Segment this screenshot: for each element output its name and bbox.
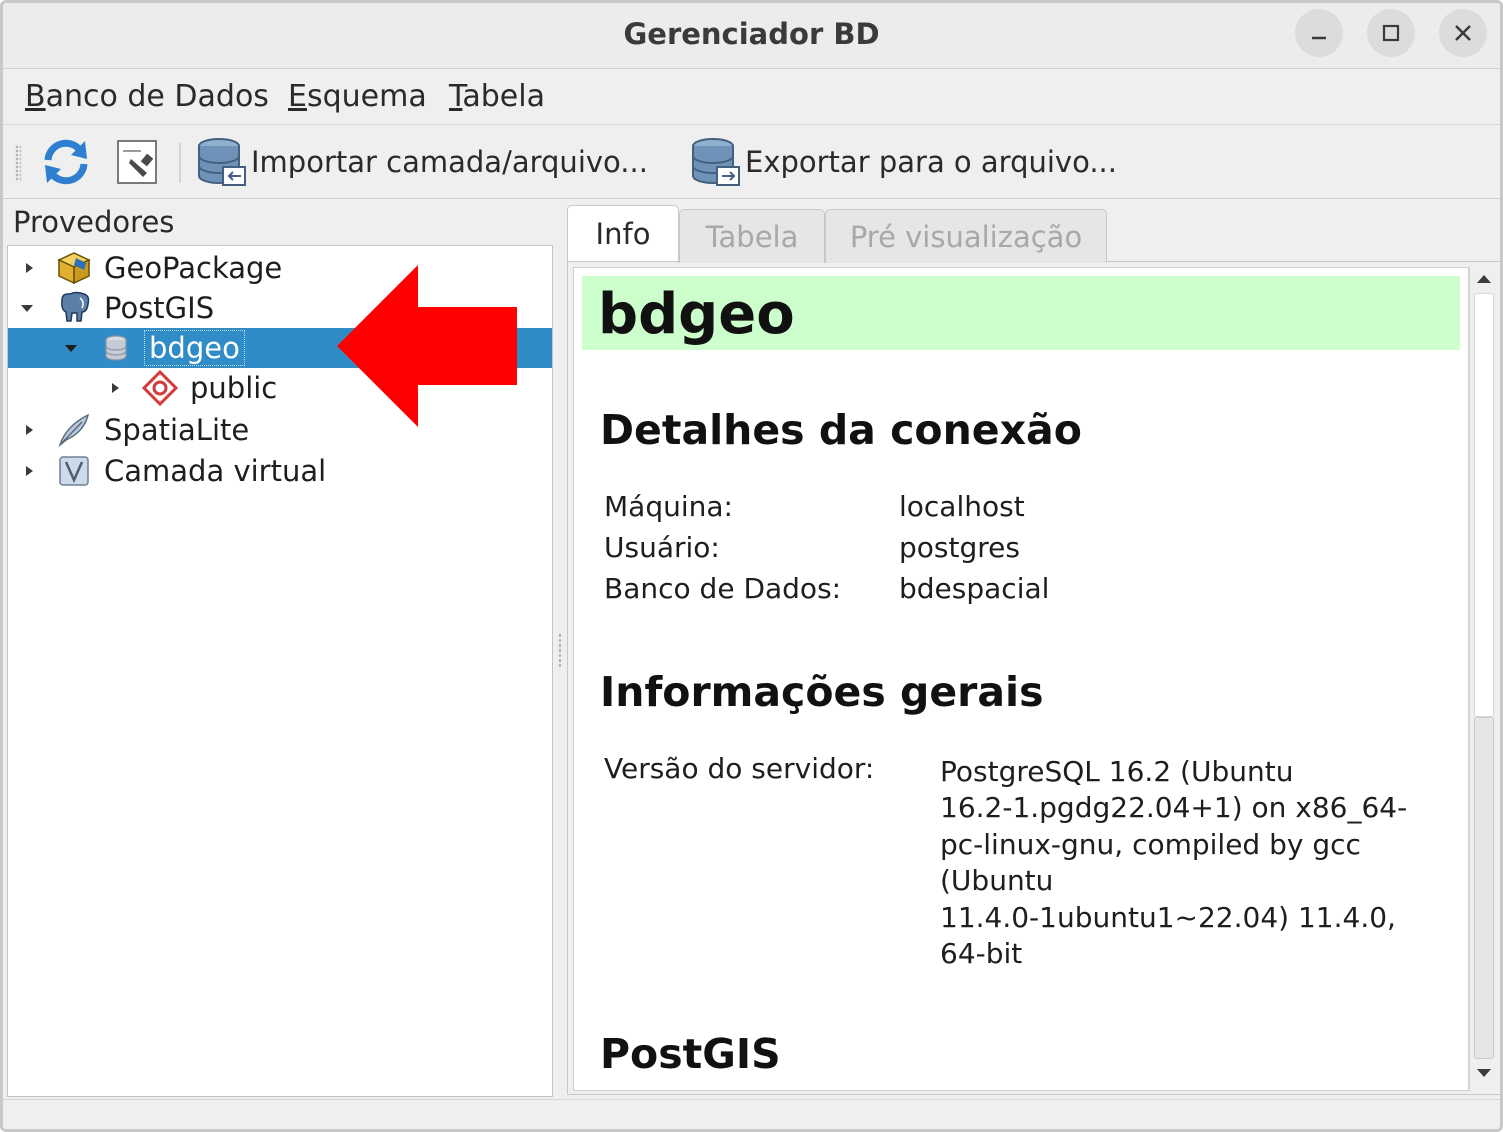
- spatialite-feather-icon: [58, 413, 90, 448]
- connection-value: bdespacial: [899, 572, 1050, 605]
- menu-mnemonic: B: [25, 79, 46, 114]
- tree-item-label: bdgeo: [144, 330, 245, 366]
- menu-mnemonic: E: [288, 79, 307, 114]
- maximize-icon: [1382, 24, 1400, 42]
- db-name-header: bdgeo: [582, 276, 1460, 350]
- tab-tabela[interactable]: Tabela: [679, 209, 825, 263]
- tree-item-label: SpatiaLite: [104, 413, 250, 447]
- tree-item-label: Camada virtual: [104, 454, 327, 488]
- chevron-right-icon[interactable]: [22, 423, 36, 437]
- menu-banco-de-dados[interactable]: Banco de Dados: [25, 79, 269, 114]
- tab-info[interactable]: Info: [567, 205, 679, 261]
- connection-key: Usuário:: [604, 531, 720, 564]
- db-name: bdgeo: [598, 282, 795, 347]
- tree-item-label: PostGIS: [104, 291, 215, 325]
- chevron-right-icon[interactable]: [22, 464, 36, 478]
- minimize-icon: [1312, 36, 1326, 40]
- db-manager-window: Gerenciador BD Banco de Dados Esquema Ta…: [0, 0, 1503, 1132]
- connection-value: localhost: [899, 490, 1025, 523]
- maximize-button[interactable]: [1367, 9, 1415, 57]
- export-file-button[interactable]: Exportar para o arquivo...: [689, 135, 1117, 189]
- server-version-line: (Ubuntu: [940, 864, 1054, 898]
- server-version-line: 64-bit: [940, 937, 1023, 971]
- toolbar-separator: [179, 143, 181, 183]
- server-version-line: 11.4.0-1ubuntu1~22.04) 11.4.0,: [940, 900, 1396, 934]
- menu-mnemonic: T: [449, 79, 463, 114]
- sql-window-icon: [117, 140, 157, 184]
- scrollbar-thumb[interactable]: [1474, 717, 1494, 1059]
- vertical-scrollbar[interactable]: [1469, 267, 1497, 1091]
- menu-tabela[interactable]: Tabela: [449, 79, 545, 114]
- tree-item-camada-virtual[interactable]: Camada virtual: [8, 451, 552, 491]
- close-button[interactable]: [1439, 9, 1487, 57]
- import-layer-button[interactable]: Importar camada/arquivo...: [195, 135, 648, 189]
- sql-window-button[interactable]: [113, 135, 163, 189]
- title-bar: Gerenciador BD: [3, 3, 1500, 69]
- import-layer-label: Importar camada/arquivo...: [251, 145, 648, 179]
- server-version-line: pc-linux-gnu, compiled by gcc: [940, 827, 1361, 861]
- server-version-line: 16.2-1.pgdg22.04+1) on x86_64-: [940, 791, 1408, 825]
- server-version-value: PostgreSQL 16.2 (Ubuntu 16.2-1.pgdg22.04…: [940, 754, 1440, 972]
- virtual-layer-icon: [59, 456, 89, 486]
- menu-esquema[interactable]: Esquema: [288, 79, 427, 114]
- chevron-down-icon[interactable]: [64, 341, 78, 355]
- annotation-arrow: [337, 265, 517, 427]
- server-version-line: PostgreSQL 16.2 (Ubuntu: [940, 755, 1294, 788]
- menu-label: anco de Dados: [45, 79, 269, 114]
- menu-label: squema: [306, 79, 427, 114]
- chevron-down-icon[interactable]: [20, 301, 34, 315]
- postgis-heading: PostGIS: [600, 1030, 781, 1078]
- scroll-up-icon[interactable]: [1476, 273, 1492, 285]
- connection-heading: Detalhes da conexão: [600, 406, 1082, 454]
- connection-key: Banco de Dados:: [604, 572, 842, 605]
- tab-pre-visualizacao[interactable]: Pré visualização: [825, 209, 1107, 263]
- database-icon: [105, 335, 127, 361]
- chevron-right-icon[interactable]: [22, 261, 36, 275]
- refresh-button[interactable]: [39, 135, 93, 189]
- import-database-icon: [198, 138, 246, 186]
- geopackage-icon: [57, 252, 91, 285]
- scroll-down-icon[interactable]: [1476, 1067, 1492, 1079]
- tree-item-label: GeoPackage: [104, 251, 283, 285]
- menu-label: abela: [462, 79, 545, 114]
- providers-label: Provedores: [13, 205, 175, 239]
- postgis-elephant-icon: [61, 291, 90, 322]
- export-database-icon: [692, 138, 740, 186]
- refresh-icon: [44, 139, 88, 185]
- status-bar: [3, 1099, 1500, 1129]
- window-title: Gerenciador BD: [623, 17, 880, 51]
- server-version-key: Versão do servidor:: [604, 752, 875, 785]
- tree-item-label: public: [190, 371, 278, 405]
- toolbar: Importar camada/arquivo... Exportar para…: [3, 125, 1500, 199]
- export-file-label: Exportar para o arquivo...: [745, 145, 1117, 179]
- connection-value: postgres: [899, 531, 1020, 564]
- minimize-button[interactable]: [1295, 9, 1343, 57]
- chevron-right-icon[interactable]: [108, 381, 122, 395]
- info-content: bdgeo Detalhes da conexão Máquina: local…: [573, 267, 1469, 1091]
- menu-bar: Banco de Dados Esquema Tabela: [3, 69, 1500, 125]
- connection-key: Máquina:: [604, 490, 733, 523]
- schema-icon: [142, 370, 178, 406]
- close-icon: [1455, 25, 1471, 41]
- toolbar-grip[interactable]: [15, 145, 21, 181]
- scrollbar-track[interactable]: [1474, 293, 1494, 717]
- panel-splitter[interactable]: [558, 633, 562, 669]
- general-info-heading: Informações gerais: [600, 668, 1044, 716]
